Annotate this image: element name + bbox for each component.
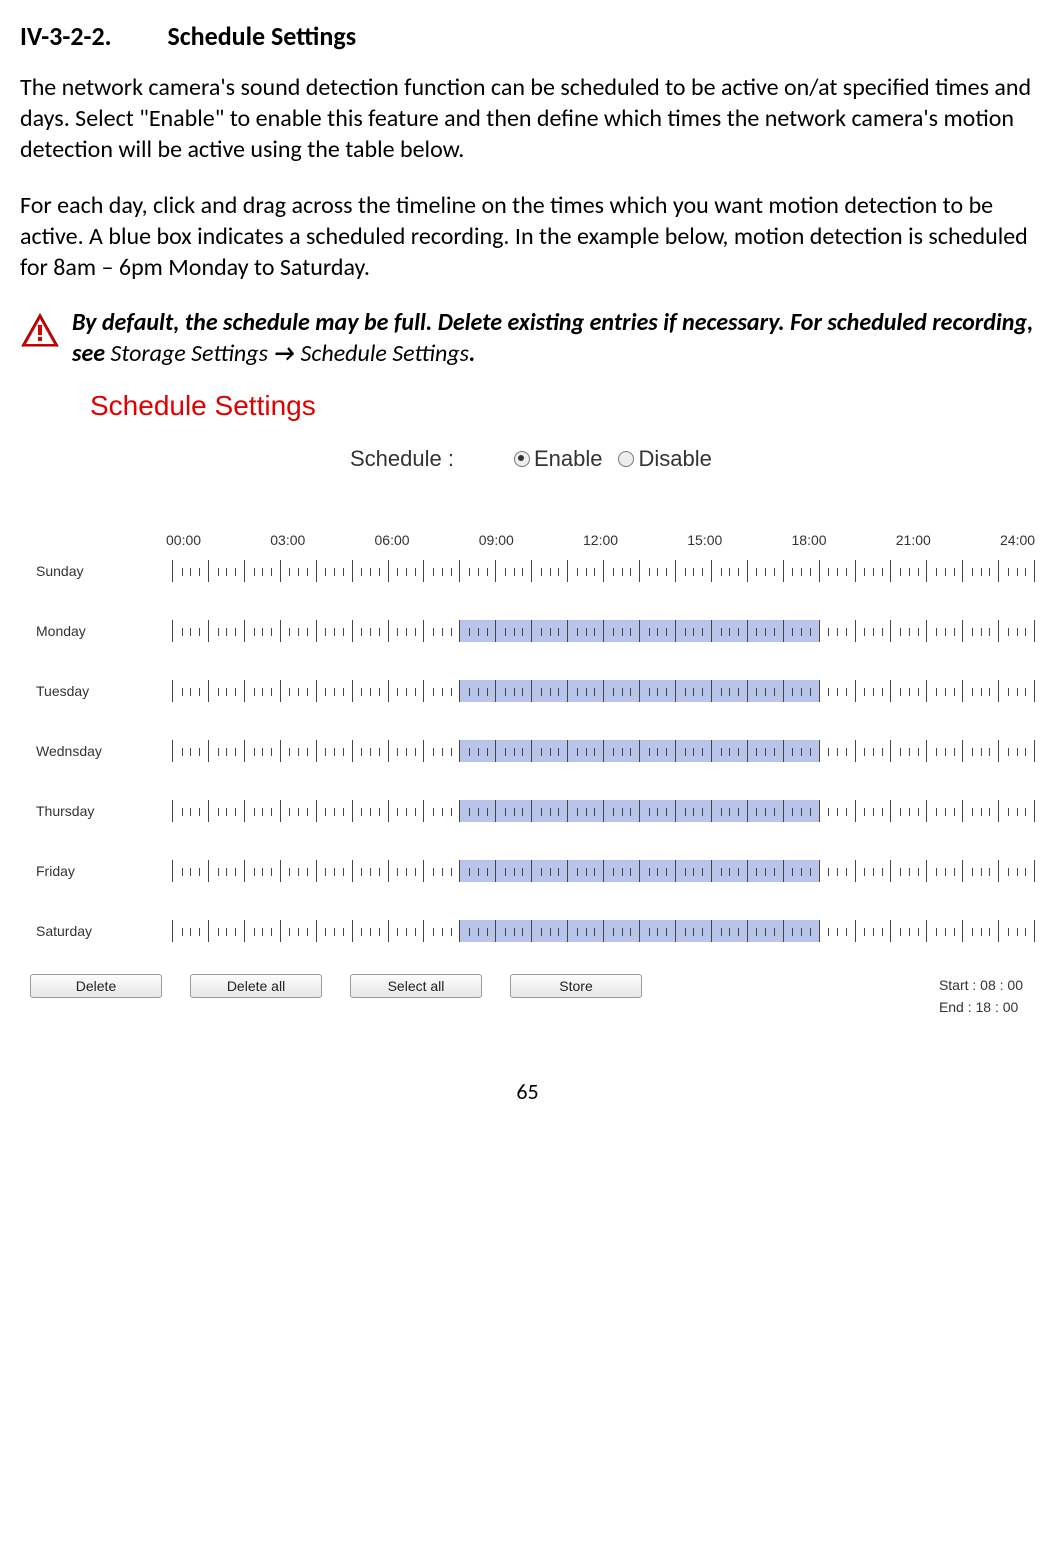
schedule-label: Schedule : [350, 446, 454, 472]
day-timeline[interactable] [172, 800, 1035, 822]
page-number: 65 [20, 1078, 1035, 1105]
day-label: Thursday [30, 803, 172, 819]
day-row: Sunday [30, 554, 1035, 588]
day-timeline[interactable] [172, 860, 1035, 882]
note-plain-1: Storage Settings [110, 339, 273, 368]
time-label: 12:00 [583, 532, 687, 548]
day-timeline[interactable] [172, 740, 1035, 762]
time-label: 18:00 [792, 532, 896, 548]
time-label: 03:00 [270, 532, 374, 548]
button-bar: Delete Delete all Select all Store Start… [30, 974, 1035, 1019]
note-row: By default, the schedule may be full. De… [20, 307, 1035, 369]
day-label: Friday [30, 863, 172, 879]
day-timeline[interactable] [172, 560, 1035, 582]
schedule-panel: Schedule Settings Schedule : Enable Disa… [90, 390, 1035, 1019]
day-label: Saturday [30, 923, 172, 939]
start-text: Start : 08 : 00 [939, 974, 1023, 996]
schedule-enable-row: Schedule : Enable Disable [90, 446, 1035, 472]
time-label: 21:00 [896, 532, 1000, 548]
time-label: 24:00 [1000, 532, 1035, 548]
time-label: 09:00 [479, 532, 583, 548]
time-header: 00:0003:0006:0009:0012:0015:0018:0021:00… [166, 532, 1035, 548]
delete-button[interactable]: Delete [30, 974, 162, 998]
note-plain-2: Schedule Settings [301, 339, 469, 368]
day-label: Wednsday [30, 743, 172, 759]
disable-label: Disable [638, 446, 711, 472]
disable-radio[interactable] [618, 451, 634, 467]
day-row: Friday [30, 854, 1035, 888]
note-arrow: → [273, 339, 300, 368]
note-bold-2: . [469, 339, 475, 368]
section-heading: IV-3-2-2. Schedule Settings [20, 20, 1035, 52]
timeline-area: 00:0003:0006:0009:0012:0015:0018:0021:00… [30, 532, 1035, 1019]
day-label: Monday [30, 623, 172, 639]
section-number: IV-3-2-2. [20, 20, 112, 52]
day-label: Tuesday [30, 683, 172, 699]
time-label: 15:00 [687, 532, 791, 548]
store-button[interactable]: Store [510, 974, 642, 998]
delete-all-button[interactable]: Delete all [190, 974, 322, 998]
day-row: Wednsday [30, 734, 1035, 768]
time-label: 00:00 [166, 532, 270, 548]
day-row: Thursday [30, 794, 1035, 828]
day-label: Sunday [30, 563, 172, 579]
enable-radio[interactable] [514, 451, 530, 467]
day-row: Tuesday [30, 674, 1035, 708]
end-text: End : 18 : 00 [939, 996, 1023, 1018]
paragraph-2: For each day, click and drag across the … [20, 190, 1035, 284]
select-all-button[interactable]: Select all [350, 974, 482, 998]
paragraph-1: The network camera's sound detection fun… [20, 72, 1035, 166]
panel-title: Schedule Settings [90, 390, 1035, 422]
day-timeline[interactable] [172, 620, 1035, 642]
day-timeline[interactable] [172, 920, 1035, 942]
warning-icon [20, 311, 60, 356]
section-title: Schedule Settings [167, 20, 356, 52]
day-row: Monday [30, 614, 1035, 648]
enable-label: Enable [534, 446, 603, 472]
time-label: 06:00 [375, 532, 479, 548]
start-end: Start : 08 : 00 End : 18 : 00 [939, 974, 1035, 1019]
day-timeline[interactable] [172, 680, 1035, 702]
day-row: Saturday [30, 914, 1035, 948]
note-text: By default, the schedule may be full. De… [72, 307, 1035, 369]
